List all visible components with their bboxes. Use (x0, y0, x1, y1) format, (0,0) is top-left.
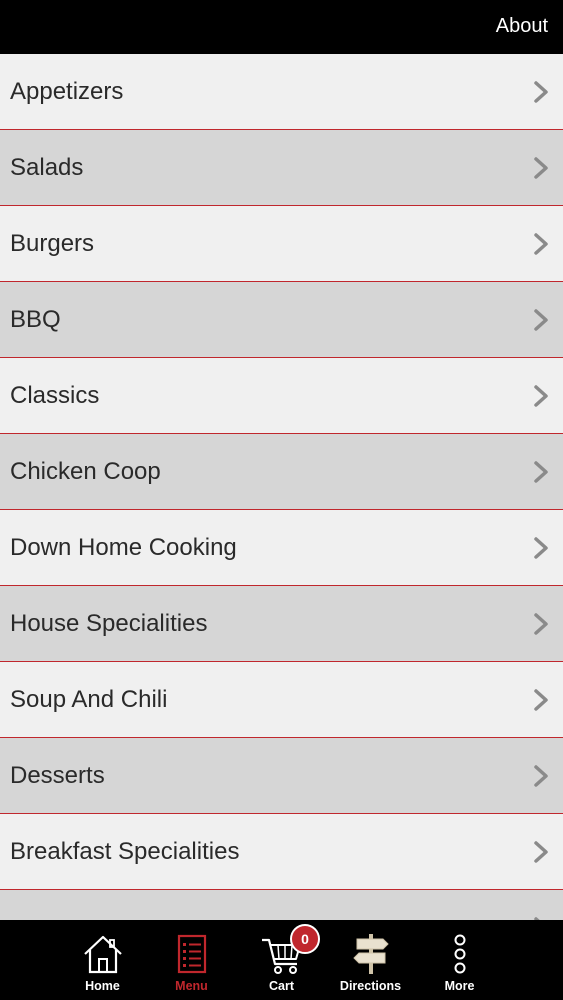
menu-row-breakfast-specialities[interactable]: Breakfast Specialities (0, 814, 563, 890)
more-dots-icon (454, 934, 465, 974)
menu-row-salads[interactable]: Salads (0, 130, 563, 206)
chevron-right-icon (534, 612, 548, 635)
tab-menu-label: Menu (175, 979, 208, 993)
menu-row-label: Salads (10, 153, 84, 181)
menu-row-burgers[interactable]: Burgers (0, 206, 563, 282)
chevron-right-icon (534, 536, 548, 559)
menu-row-label: Desserts (10, 761, 105, 789)
menu-row-label: Chicken Coop (10, 457, 161, 485)
signpost-icon (352, 934, 389, 974)
menu-category-list[interactable]: Appetizers Salads Burgers BBQ Classics C… (0, 54, 563, 920)
menu-list-icon (177, 934, 206, 974)
tab-more-label: More (444, 979, 475, 993)
menu-row-bbq[interactable]: BBQ (0, 282, 563, 358)
cart-count-badge: 0 (290, 924, 320, 954)
tab-menu[interactable]: Menu (147, 920, 236, 1000)
tab-cart[interactable]: 0 Cart (237, 920, 326, 1000)
chevron-right-icon (534, 384, 548, 407)
chevron-right-icon (534, 232, 548, 255)
menu-row-label: Down Home Cooking (10, 533, 237, 561)
home-icon (83, 935, 122, 974)
chevron-right-icon (534, 156, 548, 179)
chevron-right-icon (534, 840, 548, 863)
menu-row-label: Classics (10, 381, 100, 409)
chevron-right-icon (534, 764, 548, 787)
chevron-right-icon (534, 460, 548, 483)
menu-row-appetizers[interactable]: Appetizers (0, 54, 563, 130)
menu-row-partial[interactable] (0, 890, 563, 920)
tab-directions-label: Directions (339, 979, 402, 993)
menu-row-down-home-cooking[interactable]: Down Home Cooking (0, 510, 563, 586)
menu-row-label: Soup And Chili (10, 685, 168, 713)
tab-home[interactable]: Home (58, 920, 147, 1000)
tab-more[interactable]: More (415, 920, 504, 1000)
tab-directions[interactable]: Directions (326, 920, 415, 1000)
menu-row-label: House Specialities (10, 609, 208, 637)
about-link[interactable]: About (496, 15, 548, 38)
bottom-tab-bar: Home Menu 0 Cart Directions More (0, 920, 563, 1000)
menu-row-label: BBQ (10, 305, 61, 333)
menu-row-chicken-coop[interactable]: Chicken Coop (0, 434, 563, 510)
chevron-right-icon (534, 80, 548, 103)
tab-home-label: Home (85, 979, 120, 993)
menu-row-label: Burgers (10, 229, 95, 257)
menu-row-house-specialities[interactable]: House Specialities (0, 586, 563, 662)
menu-row-desserts[interactable]: Desserts (0, 738, 563, 814)
chevron-right-icon (534, 688, 548, 711)
top-navigation-bar: About (0, 0, 563, 54)
menu-row-label: Appetizers (10, 77, 124, 105)
menu-row-classics[interactable]: Classics (0, 358, 563, 434)
menu-row-label: Breakfast Specialities (10, 837, 240, 865)
menu-row-soup-and-chili[interactable]: Soup And Chili (0, 662, 563, 738)
tab-cart-label: Cart (268, 979, 294, 993)
chevron-right-icon (534, 308, 548, 331)
